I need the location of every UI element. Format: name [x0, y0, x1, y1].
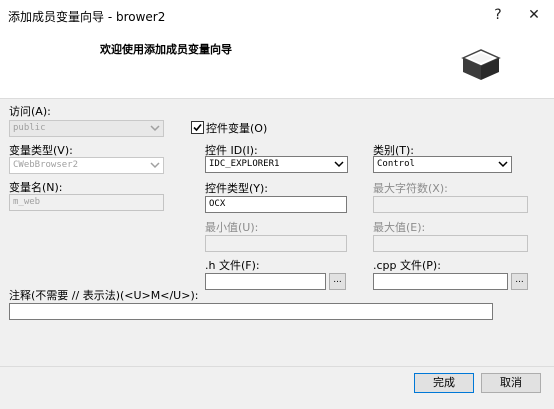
- h-file-input[interactable]: [205, 273, 326, 290]
- max-value-input[interactable]: [373, 235, 528, 252]
- cancel-button[interactable]: 取消: [481, 373, 541, 393]
- wizard-banner-title: 欢迎使用添加成员变量向导: [100, 43, 232, 56]
- var-type-value: CWebBrowser2: [13, 160, 79, 170]
- chevron-down-icon: [150, 125, 160, 132]
- h-file-browse-button[interactable]: ...: [329, 273, 346, 290]
- access-label: 访问(A):: [9, 105, 51, 118]
- var-name-input[interactable]: m_web: [9, 194, 164, 211]
- category-select[interactable]: Control: [373, 156, 512, 173]
- chevron-down-icon: [334, 161, 344, 168]
- close-button[interactable]: ✕: [516, 0, 552, 30]
- window-title: 添加成员变量向导 - brower2: [8, 10, 166, 24]
- comment-label: 注释(不需要 // 表示法)(<U>M</U>):: [9, 289, 199, 302]
- h-file-label: .h 文件(F):: [205, 259, 260, 272]
- checkmark-icon: [193, 123, 202, 132]
- cpp-file-input[interactable]: [373, 273, 508, 290]
- access-select[interactable]: public: [9, 120, 164, 137]
- var-type-label: 变量类型(V):: [9, 144, 73, 157]
- chevron-down-icon: [498, 161, 508, 168]
- var-name-label: 变量名(N):: [9, 181, 63, 194]
- control-var-checkbox[interactable]: [191, 121, 204, 134]
- control-type-input[interactable]: OCX: [205, 196, 347, 213]
- control-id-select[interactable]: IDC_EXPLORER1: [205, 156, 348, 173]
- cpp-file-browse-button[interactable]: ...: [511, 273, 528, 290]
- wizard-box-icon: [460, 46, 502, 82]
- min-value-label: 最小值(U):: [205, 221, 259, 234]
- category-value: Control: [377, 159, 415, 169]
- max-value-label: 最大值(E):: [373, 221, 426, 234]
- chevron-down-icon: [150, 162, 160, 169]
- control-var-label: 控件变量(O): [206, 122, 268, 135]
- max-chars-label: 最大字符数(X):: [373, 182, 448, 195]
- access-value: public: [13, 123, 46, 133]
- max-chars-input[interactable]: [373, 196, 528, 213]
- cpp-file-label: .cpp 文件(P):: [373, 259, 441, 272]
- dialog-body: [0, 99, 554, 409]
- control-type-label: 控件类型(Y):: [205, 182, 269, 195]
- help-button[interactable]: ?: [480, 0, 516, 30]
- control-id-value: IDC_EXPLORER1: [209, 159, 280, 169]
- finish-button[interactable]: 完成: [414, 373, 474, 393]
- comment-input[interactable]: [9, 303, 493, 320]
- min-value-input[interactable]: [205, 235, 347, 252]
- var-type-select[interactable]: CWebBrowser2: [9, 157, 164, 174]
- footer-separator: [0, 366, 554, 367]
